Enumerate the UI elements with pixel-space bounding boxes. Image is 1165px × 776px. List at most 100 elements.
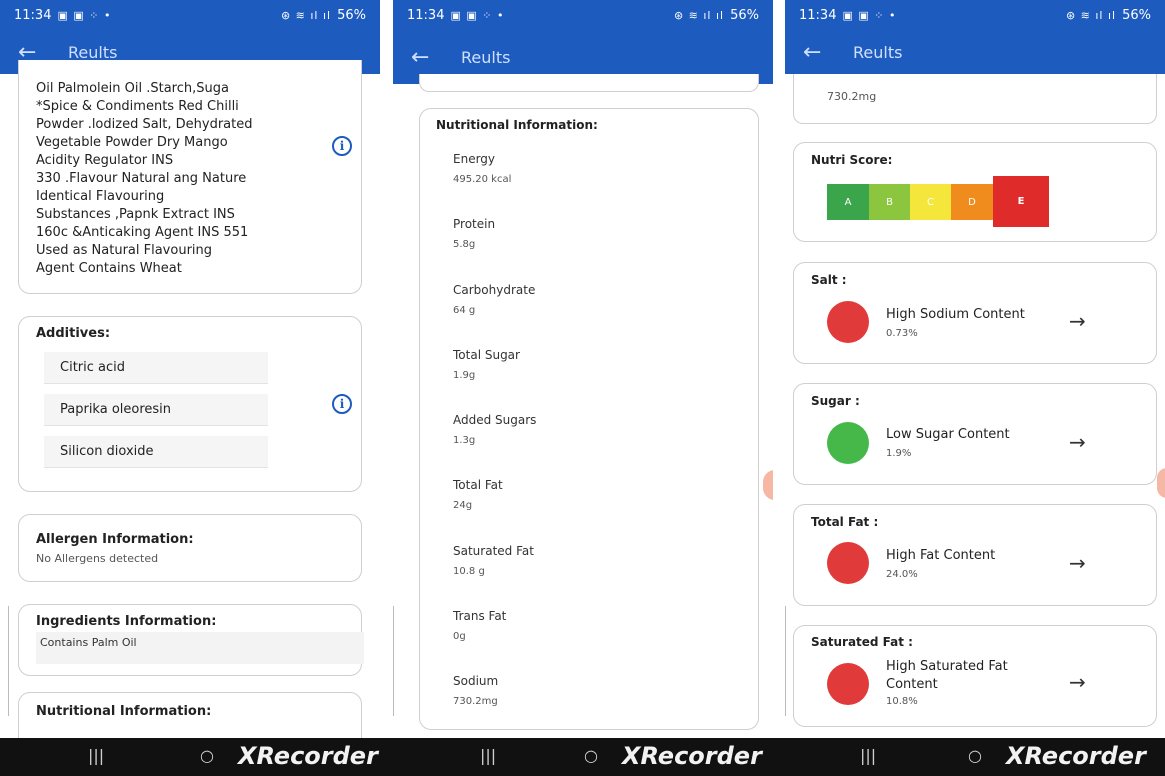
nutri-grade-c: C bbox=[910, 184, 951, 220]
info-icon[interactable]: i bbox=[332, 394, 352, 414]
nutrient-label: Carbohydrate bbox=[453, 283, 536, 297]
nutrient-label: Energy bbox=[453, 152, 496, 166]
nutrient-label: Added Sugars bbox=[453, 413, 537, 427]
total-fat-label: High Fat Content bbox=[886, 548, 996, 563]
battery-level: 56% bbox=[730, 7, 759, 23]
arrow-right-icon[interactable]: → bbox=[1069, 430, 1086, 454]
sugar-label: Low Sugar Content bbox=[886, 427, 1010, 442]
saturated-fat-title: Saturated Fat : bbox=[811, 635, 913, 649]
nutrient-label: Total Fat bbox=[453, 478, 503, 492]
ingredients-line: Oil Palmolein Oil .Starch,Suga bbox=[36, 81, 229, 96]
nutri-score-title: Nutri Score: bbox=[811, 153, 893, 167]
salt-title: Salt : bbox=[811, 273, 847, 287]
allergen-card bbox=[18, 514, 362, 582]
nutrient-value: 495.20 kcal bbox=[453, 174, 512, 185]
network-icons: ⊛ ≋ ıl ıl bbox=[280, 8, 332, 22]
info-icon[interactable]: i bbox=[332, 136, 352, 156]
notification-icons: ▣ ▣ ⁘ • bbox=[450, 8, 505, 22]
nutritional-title: Nutritional Information: bbox=[36, 704, 212, 719]
nutrient-label: Total Sugar bbox=[453, 348, 520, 362]
back-arrow-icon[interactable]: ← bbox=[803, 40, 853, 65]
screen-panel-2: 11:34 ▣ ▣ ⁘ • ⊛ ≋ ıl ıl 56% ← Reults Nut… bbox=[393, 0, 773, 738]
notification-icons: ▣ ▣ ⁘ • bbox=[57, 8, 112, 22]
ingredients-line: *Spice & Condiments Red Chilli bbox=[36, 99, 239, 114]
recents-button[interactable]: ||| bbox=[88, 746, 104, 765]
ingredients-line: Agent Contains Wheat bbox=[36, 261, 182, 276]
home-button[interactable]: ○ bbox=[968, 746, 982, 765]
status-time: 11:34 bbox=[14, 7, 52, 23]
divider bbox=[393, 606, 394, 716]
allergen-title: Allergen Information: bbox=[36, 532, 194, 547]
floating-button-edge[interactable] bbox=[1157, 468, 1165, 498]
salt-value: 0.73% bbox=[886, 328, 918, 339]
saturated-fat-indicator-dot bbox=[827, 663, 869, 705]
status-time: 11:34 bbox=[799, 7, 837, 23]
ingredients-info-text: Contains Palm Oil bbox=[36, 632, 364, 664]
nutrient-added-sugars: Added Sugars 1.3g bbox=[453, 413, 536, 446]
recents-button[interactable]: ||| bbox=[480, 746, 496, 765]
page-title: Reults bbox=[853, 42, 903, 62]
home-button[interactable]: ○ bbox=[200, 746, 214, 765]
screen-panel-1: 11:34 ▣ ▣ ⁘ • ⊛ ≋ ıl ıl 56% ← Reults Oil… bbox=[0, 0, 380, 738]
saturated-fat-label-line1: High Saturated Fat bbox=[886, 659, 1008, 674]
xrecorder-watermark: XRecorder bbox=[238, 742, 378, 770]
nutrient-energy: Energy 495.20 kcal bbox=[453, 152, 511, 185]
nutrient-value: 10.8 g bbox=[453, 566, 485, 577]
additive-item: Silicon dioxide bbox=[44, 436, 268, 468]
total-fat-indicator-dot bbox=[827, 542, 869, 584]
additive-item: Citric acid bbox=[44, 352, 268, 384]
nutrient-label: Saturated Fat bbox=[453, 544, 534, 558]
status-bar: 11:34 ▣ ▣ ⁘ • ⊛ ≋ ıl ıl 56% bbox=[393, 0, 773, 30]
nutritional-title: Nutritional Information: bbox=[436, 118, 598, 132]
additive-item: Paprika oleoresin bbox=[44, 394, 268, 426]
salt-indicator-dot bbox=[827, 301, 869, 343]
allergen-text: No Allergens detected bbox=[36, 552, 159, 565]
page-title: Reults bbox=[461, 47, 511, 67]
nutrient-value: 730.2mg bbox=[453, 696, 498, 707]
nutrient-carbohydrate: Carbohydrate 64 g bbox=[453, 283, 535, 316]
nutri-grade-b: B bbox=[869, 184, 910, 220]
nutrient-value: 64 g bbox=[453, 305, 476, 316]
nutrient-label: Sodium bbox=[453, 674, 499, 688]
ingredients-line: Substances ,Papnk Extract INS bbox=[36, 207, 235, 222]
ingredients-line: 160c &Anticaking Agent INS 551 bbox=[36, 225, 249, 240]
nutrient-value: 5.8g bbox=[453, 239, 476, 250]
status-bar: 11:34 ▣ ▣ ⁘ • ⊛ ≋ ıl ıl 56% bbox=[0, 0, 380, 30]
home-button[interactable]: ○ bbox=[584, 746, 598, 765]
sugar-indicator-dot bbox=[827, 422, 869, 464]
nutrient-sodium: Sodium 730.2mg bbox=[453, 674, 498, 707]
ingredients-info-title: Ingredients Information: bbox=[36, 614, 217, 629]
recents-button[interactable]: ||| bbox=[860, 746, 876, 765]
ingredients-line: Used as Natural Flavouring bbox=[36, 243, 213, 258]
arrow-right-icon[interactable]: → bbox=[1069, 670, 1086, 694]
nutrient-value: 1.3g bbox=[453, 435, 476, 446]
saturated-fat-label-line2: Content bbox=[886, 677, 938, 692]
nutrient-label: Protein bbox=[453, 217, 496, 231]
sugar-value: 1.9% bbox=[886, 448, 912, 459]
nutri-grade-e: E bbox=[993, 176, 1049, 227]
nutri-grade-d: D bbox=[951, 184, 993, 220]
network-icons: ⊛ ≋ ıl ıl bbox=[1065, 8, 1117, 22]
status-time: 11:34 bbox=[407, 7, 445, 23]
nutri-grade-a: A bbox=[827, 184, 869, 220]
floating-button-edge[interactable] bbox=[763, 470, 773, 500]
ingredients-line: Identical Flavouring bbox=[36, 189, 165, 204]
arrow-right-icon[interactable]: → bbox=[1069, 309, 1086, 333]
nutrient-label: Trans Fat bbox=[453, 609, 507, 623]
xrecorder-watermark: XRecorder bbox=[622, 742, 762, 770]
salt-label: High Sodium Content bbox=[886, 307, 1025, 322]
ingredients-line: Vegetable Powder Dry Mango bbox=[36, 135, 228, 150]
ingredients-line: 330 .Flavour Natural ang Nature bbox=[36, 171, 247, 186]
nutrient-trans-fat: Trans Fat 0g bbox=[453, 609, 506, 642]
nutrient-value: 0g bbox=[453, 631, 466, 642]
back-arrow-icon[interactable]: ← bbox=[411, 45, 461, 70]
ingredients-line: Acidity Regulator INS bbox=[36, 153, 174, 168]
arrow-right-icon[interactable]: → bbox=[1069, 551, 1086, 575]
network-icons: ⊛ ≋ ıl ıl bbox=[673, 8, 725, 22]
system-nav-bar: ||| ○ XRecorder ||| ○ XRecorder ||| ○ XR… bbox=[0, 738, 1165, 776]
battery-level: 56% bbox=[1122, 7, 1151, 23]
divider bbox=[8, 606, 9, 716]
xrecorder-watermark: XRecorder bbox=[1006, 742, 1146, 770]
app-bar: ← Reults bbox=[785, 30, 1165, 74]
nutrient-saturated-fat: Saturated Fat 10.8 g bbox=[453, 544, 534, 577]
